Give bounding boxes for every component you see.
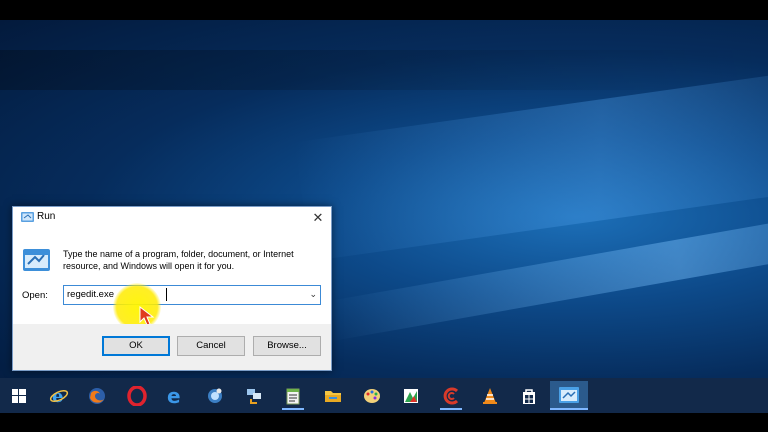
start-button[interactable]	[2, 381, 36, 410]
folder-icon	[325, 390, 341, 402]
windows-logo-icon	[12, 388, 26, 403]
open-combobox[interactable]: regedit.exe ⌄	[63, 285, 321, 305]
close-button[interactable]: ✕	[309, 209, 327, 227]
taskbar: e e	[0, 378, 768, 413]
letterbox-top	[0, 0, 768, 20]
browse-button[interactable]: Browse...	[253, 336, 321, 356]
taskbar-firefox[interactable]	[80, 381, 114, 410]
taskbar-app-network[interactable]	[237, 381, 271, 410]
letterbox-bottom	[0, 413, 768, 432]
taskbar-ccleaner[interactable]	[434, 381, 468, 410]
paint-palette-icon	[364, 388, 380, 403]
chevron-down-icon[interactable]: ⌄	[309, 289, 317, 300]
internet-explorer-icon: e	[49, 386, 69, 406]
taskbar-store[interactable]	[512, 381, 546, 410]
taskbar-edge[interactable]: e	[158, 381, 192, 410]
run-dialog: Run ✕ Type the name of a program, folder…	[12, 206, 332, 371]
ccleaner-icon	[443, 387, 459, 404]
store-bag-icon	[523, 388, 535, 404]
taskbar-opera[interactable]	[120, 381, 154, 410]
taskbar-paint[interactable]	[355, 381, 389, 410]
taskbar-app-globe[interactable]	[198, 381, 232, 410]
globe-icon	[208, 388, 222, 403]
open-input[interactable]: regedit.exe	[67, 289, 114, 300]
taskbar-vlc[interactable]	[473, 381, 507, 410]
run-dialog-titlebar[interactable]: Run ✕	[13, 207, 331, 229]
ok-button[interactable]: OK	[102, 336, 170, 356]
text-caret	[166, 288, 167, 301]
vlc-cone-icon	[483, 387, 497, 404]
network-icon	[247, 388, 261, 404]
firefox-icon	[89, 387, 105, 404]
taskbar-app-photos[interactable]	[394, 381, 428, 410]
opera-icon	[127, 385, 147, 406]
taskbar-internet-explorer[interactable]: e	[42, 381, 76, 410]
svg-text:e: e	[52, 386, 63, 406]
open-label: Open:	[22, 290, 48, 301]
run-description: Type the name of a program, folder, docu…	[63, 249, 294, 271]
run-icon	[559, 386, 579, 403]
cancel-button[interactable]: Cancel	[177, 336, 245, 356]
run-program-icon	[23, 249, 50, 271]
notepad-icon	[286, 388, 300, 404]
taskbar-run[interactable]	[550, 381, 588, 410]
photo-app-icon	[404, 388, 418, 403]
taskbar-notepad[interactable]	[276, 381, 310, 410]
edge-icon: e	[167, 386, 181, 406]
svg-text:e: e	[167, 386, 181, 406]
dialog-footer: OK Cancel Browse...	[13, 324, 331, 370]
taskbar-file-explorer[interactable]	[316, 381, 350, 410]
run-icon	[21, 212, 34, 222]
run-dialog-title: Run	[37, 211, 56, 222]
